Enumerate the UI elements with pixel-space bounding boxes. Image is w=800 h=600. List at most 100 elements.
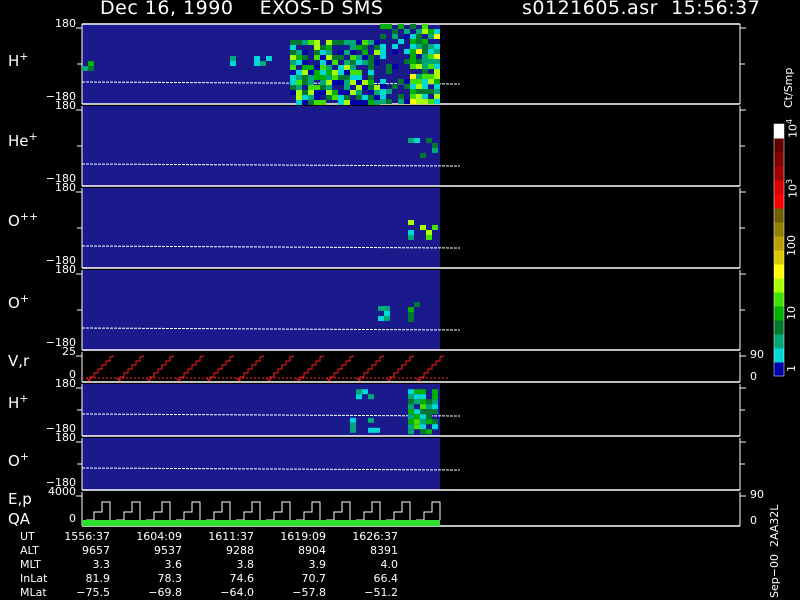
heatmap-cell: [290, 75, 296, 80]
heatmap-cell: [416, 29, 422, 34]
heatmap-cell: [290, 60, 296, 65]
heatmap-cell: [296, 60, 302, 65]
heatmap-cell: [350, 427, 356, 433]
heatmap-cell: [338, 100, 344, 105]
heatmap-cell: [414, 394, 420, 400]
heatmap-cell: [320, 55, 326, 60]
heatmap-cell: [398, 24, 404, 29]
colorbar-swatch: [774, 194, 784, 209]
heatmap-cell: [332, 90, 338, 95]
panel-species-label: O++: [8, 210, 39, 230]
heatmap-cell: [296, 100, 302, 105]
heatmap-cell: [356, 90, 362, 95]
heatmap-cell: [426, 419, 432, 425]
heatmap-cell: [432, 143, 438, 148]
heatmap-cell: [320, 100, 326, 105]
y-tick-label-top: 180: [55, 263, 76, 276]
heatmap-cell: [432, 424, 438, 430]
heatmap-cell: [350, 422, 356, 428]
heatmap-cell: [302, 95, 308, 100]
heatmap-cell: [428, 34, 434, 39]
orbit-row-label: MLT: [20, 558, 41, 571]
heatmap-cell: [296, 50, 302, 55]
heatmap-cell: [344, 65, 350, 70]
heatmap-cell: [410, 24, 416, 29]
heatmap-cell: [338, 75, 344, 80]
colorbar-swatch: [774, 278, 784, 293]
heatmap-cell: [428, 89, 434, 94]
file-and-time: s0121605.asr 15:56:37: [522, 0, 760, 19]
colorbar-swatch: [774, 152, 784, 167]
heatmap-cell: [416, 94, 422, 99]
heatmap-cell: [356, 55, 362, 60]
heatmap-cell: [314, 40, 320, 45]
orbit-value: 1604:09: [136, 530, 182, 543]
orbit-value: −51.2: [364, 586, 398, 599]
heatmap-cell: [408, 317, 414, 322]
heatmap-cell: [378, 306, 384, 311]
heatmap-cell: [356, 40, 362, 45]
heatmap-cell: [408, 409, 414, 415]
heatmap-cell: [386, 99, 392, 104]
orbit-value: 3.8: [236, 558, 255, 571]
heatmap-cell: [408, 399, 414, 405]
heatmap-cell: [362, 80, 368, 85]
heatmap-cell: [314, 90, 320, 95]
orbit-value: 70.7: [301, 572, 327, 585]
heatmap-cell: [434, 29, 440, 34]
heatmap-cell: [416, 89, 422, 94]
colorbar-swatch: [774, 180, 784, 195]
heatmap-cell: [314, 45, 320, 50]
y-tick-label-top: 180: [55, 431, 76, 444]
heatmap-cell: [414, 389, 420, 395]
heatmap-cell: [356, 70, 362, 75]
heatmap-cell: [422, 79, 428, 84]
heatmap-cell: [410, 39, 416, 44]
heatmap-cell: [380, 34, 386, 39]
heatmap-cell: [368, 85, 374, 90]
heatmap-cell: [420, 424, 426, 430]
heatmap-cell: [350, 65, 356, 70]
y-tick-label-top: 25: [62, 345, 76, 358]
heatmap-cell: [410, 44, 416, 49]
heatmap-cell: [408, 389, 414, 395]
heatmap-background: [82, 384, 440, 436]
heatmap-cell: [344, 75, 350, 80]
heatmap-cell: [428, 79, 434, 84]
heatmap-cell: [368, 95, 374, 100]
heatmap-cell: [422, 44, 428, 49]
heatmap-cell: [338, 70, 344, 75]
heatmap-cell: [420, 409, 426, 415]
colorbar-tick-label: 10: [785, 306, 798, 320]
heatmap-cell: [420, 404, 426, 410]
heatmap-cell: [414, 414, 420, 420]
heatmap-cell: [332, 75, 338, 80]
heatmap-cell: [350, 50, 356, 55]
heatmap-cell: [368, 70, 374, 75]
heatmap-cell: [356, 394, 362, 400]
heatmap-cell: [326, 80, 332, 85]
heatmap-cell: [434, 94, 440, 99]
heatmap-cell: [434, 89, 440, 94]
heatmap-cell: [290, 80, 296, 85]
heatmap-cell: [302, 60, 308, 65]
heatmap-cell: [398, 99, 404, 104]
heatmap-cell: [320, 50, 326, 55]
heatmap-cell: [308, 75, 314, 80]
heatmap-cell: [314, 55, 320, 60]
orbit-value: 3.6: [164, 558, 183, 571]
heatmap-cell: [362, 100, 368, 105]
heatmap-cell: [302, 55, 308, 60]
heatmap-cell: [378, 316, 384, 321]
panel-species-label: E,p: [8, 490, 32, 508]
heatmap-cell: [230, 56, 236, 61]
heatmap-cell: [426, 230, 432, 235]
heatmap-cell: [338, 40, 344, 45]
heatmap-cell: [380, 79, 386, 84]
heatmap-cell: [362, 60, 368, 65]
heatmap-cell: [88, 66, 94, 71]
heatmap-cell: [426, 404, 432, 410]
orbit-value: 1556:37: [64, 530, 110, 543]
colorbar-swatch: [774, 166, 784, 181]
heatmap-cell: [356, 75, 362, 80]
